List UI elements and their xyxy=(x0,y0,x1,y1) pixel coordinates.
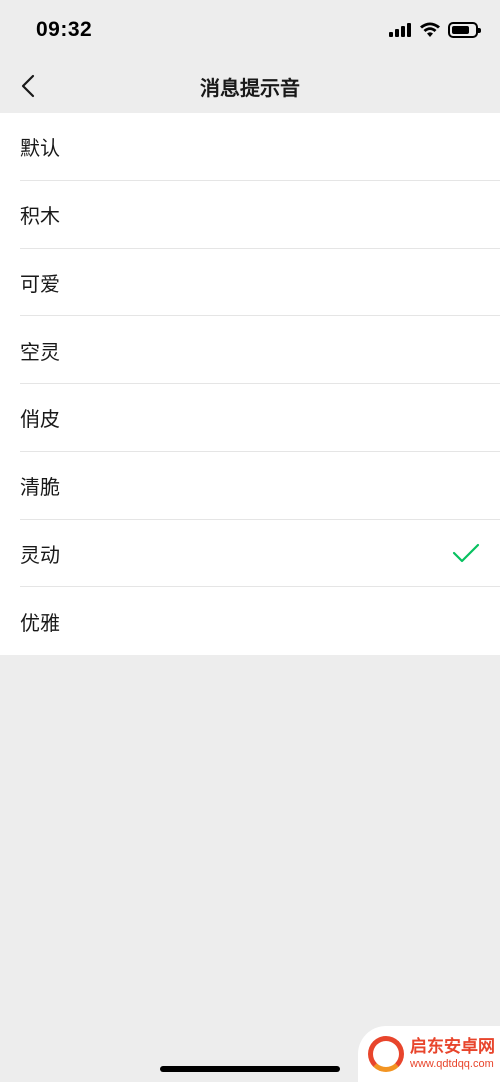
sound-item-ethereal[interactable]: 空灵 xyxy=(0,316,500,384)
cellular-signal-icon xyxy=(389,23,413,37)
battery-icon xyxy=(448,22,481,38)
home-indicator[interactable] xyxy=(160,1066,340,1072)
sound-label: 积木 xyxy=(20,204,60,229)
sound-item-cute[interactable]: 可爱 xyxy=(0,249,500,317)
wifi-icon xyxy=(420,22,440,37)
sound-label: 俏皮 xyxy=(20,407,60,432)
watermark: 启东安卓网 www.qdtdqq.com xyxy=(358,1026,500,1082)
page-title: 消息提示音 xyxy=(200,76,300,100)
sound-label: 优雅 xyxy=(20,610,60,635)
watermark-logo-icon xyxy=(368,1036,404,1072)
sound-item-crisp[interactable]: 清脆 xyxy=(0,452,500,520)
sound-item-playful[interactable]: 俏皮 xyxy=(0,384,500,452)
sound-item-default[interactable]: 默认 xyxy=(0,113,500,181)
sound-item-blocks[interactable]: 积木 xyxy=(0,181,500,249)
sound-item-elegant[interactable]: 优雅 xyxy=(0,587,500,655)
sound-label: 默认 xyxy=(20,136,60,161)
sound-label: 空灵 xyxy=(20,339,60,364)
sound-item-lively[interactable]: 灵动 xyxy=(0,520,500,588)
status-time: 09:32 xyxy=(36,18,93,41)
status-icons xyxy=(389,20,481,40)
watermark-text: 启东安卓网 www.qdtdqq.com xyxy=(410,1037,495,1071)
watermark-title: 启东安卓网 xyxy=(410,1037,495,1057)
status-bar: 09:32 xyxy=(0,0,500,58)
watermark-url: www.qdtdqq.com xyxy=(410,1058,494,1070)
sound-label: 可爱 xyxy=(20,271,60,296)
sound-label: 清脆 xyxy=(20,475,60,500)
navigation-bar: 消息提示音 xyxy=(0,58,500,113)
checkmark-icon xyxy=(452,544,480,563)
sound-list: 默认 积木 可爱 空灵 俏皮 清脆 灵动 优雅 xyxy=(0,113,500,655)
sound-label: 灵动 xyxy=(20,542,60,567)
